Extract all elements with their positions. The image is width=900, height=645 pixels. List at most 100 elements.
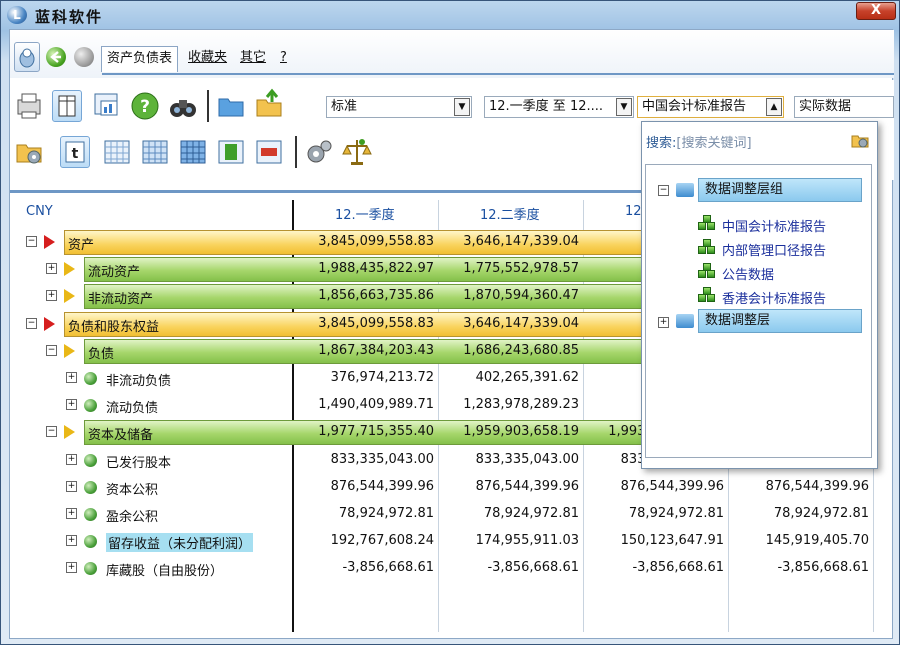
- expand-toggle[interactable]: +: [66, 508, 77, 519]
- green-dot-icon: [84, 562, 97, 576]
- cell-value: 3,646,147,339.04: [463, 234, 579, 249]
- tree-group-2[interactable]: 数据调整层: [698, 309, 862, 333]
- tree-item[interactable]: 内部管理口径报告: [722, 240, 826, 259]
- collapse-toggle[interactable]: −: [26, 317, 37, 329]
- period-select[interactable]: 12.一季度 至 12.... ▼: [484, 96, 634, 118]
- row-label: 非流动负债: [106, 374, 172, 389]
- chart-window-button[interactable]: [92, 90, 122, 122]
- forward-button[interactable]: [74, 47, 94, 67]
- home-button[interactable]: [14, 42, 40, 72]
- yellow-triangle-icon: [64, 262, 75, 277]
- tab-help[interactable]: ?: [280, 46, 287, 72]
- collapse-toggle[interactable]: −: [46, 426, 57, 438]
- export-button[interactable]: [254, 88, 284, 120]
- help-icon: ?: [131, 92, 159, 120]
- balance-button[interactable]: [342, 136, 372, 168]
- find-button[interactable]: [168, 90, 198, 122]
- standard-select[interactable]: 标准 ▼: [326, 96, 472, 118]
- expand-toggle[interactable]: +: [66, 372, 77, 383]
- cell-value: 876,544,399.96: [765, 478, 869, 494]
- report-type-dropdown: 搜索:[搜索关键词] − 数据调整层组 中国会计标准报告 内部管理口径报告 公告数据…: [641, 121, 878, 469]
- column-header[interactable]: 12.一季度: [335, 204, 395, 223]
- green-layout-button[interactable]: [216, 136, 246, 168]
- green-dot-icon: [84, 372, 97, 385]
- report-type-select[interactable]: 中国会计标准报告 ▲: [637, 96, 784, 118]
- cubes-icon: [698, 287, 716, 303]
- tree-item[interactable]: 香港会计标准报告: [722, 288, 826, 307]
- close-button[interactable]: X: [856, 2, 896, 20]
- tree-group-1[interactable]: 数据调整层组: [698, 178, 862, 202]
- row-label: 已发行股本: [106, 455, 172, 471]
- cell-value: 1,959,903,658.19: [463, 424, 579, 440]
- svg-text:t: t: [72, 146, 79, 162]
- data-type-select-value: 实际数据: [799, 99, 852, 114]
- layer-tree: − 数据调整层组 中国会计标准报告 内部管理口径报告 公告数据 香港会计标准报告 + …: [645, 164, 872, 458]
- layout-t-icon: t: [65, 141, 85, 163]
- green-dot-icon: [84, 535, 97, 549]
- back-button[interactable]: [46, 47, 66, 67]
- printer-button[interactable]: [14, 90, 44, 122]
- tree-item[interactable]: 公告数据: [722, 264, 774, 283]
- expand-toggle[interactable]: +: [658, 317, 669, 328]
- folder-upload-icon: [256, 88, 282, 117]
- search-box[interactable]: 搜索:[搜索关键词]: [646, 132, 752, 151]
- tab-balance-sheet[interactable]: 资产负债表: [101, 46, 179, 72]
- table-row[interactable]: + 资本公积 876,544,399.96 876,544,399.96 876,544…: [10, 473, 869, 500]
- tab-favorites[interactable]: 收藏夹: [188, 46, 227, 72]
- currency-header: CNY: [26, 204, 53, 219]
- cell-value: -3,856,668.61: [777, 560, 869, 576]
- text-layout-button[interactable]: t: [60, 136, 90, 168]
- table-row[interactable]: + 盈余公积 78,924,972.81 78,924,972.81 78,924,97…: [10, 500, 869, 527]
- columns-view-button[interactable]: [52, 90, 82, 122]
- table-row[interactable]: + 库藏股（自由股份） -3,856,668.61 -3,856,668.61 -3,8…: [10, 554, 869, 581]
- folder-icon: [218, 98, 244, 117]
- row-label: 资产: [68, 238, 95, 253]
- nav-bar: 资产负债表 收藏夹 其它 ?: [10, 30, 894, 78]
- table-row[interactable]: + 留存收益（未分配利润） 192,767,608.24 174,955,911.03…: [10, 527, 869, 554]
- folder-settings-button[interactable]: [14, 136, 44, 168]
- column-header[interactable]: 12.二季度: [480, 204, 540, 223]
- cell-value: -3,856,668.61: [342, 560, 434, 576]
- row-label: 留存收益（未分配利润）: [106, 533, 254, 553]
- expand-toggle[interactable]: +: [66, 535, 77, 547]
- collapse-toggle[interactable]: −: [26, 236, 37, 247]
- collapse-toggle[interactable]: −: [658, 185, 669, 196]
- cubes-icon: [698, 215, 716, 231]
- help-button[interactable]: ?: [130, 90, 160, 122]
- cell-value: 1,988,435,822.97: [318, 261, 434, 277]
- row-label: 资本公积: [106, 482, 159, 498]
- expand-toggle[interactable]: +: [66, 562, 77, 574]
- grid-layout-2-button[interactable]: [140, 136, 170, 168]
- cell-value: 150,123,647.91: [620, 533, 724, 549]
- data-type-select[interactable]: 实际数据: [794, 96, 894, 118]
- expand-toggle[interactable]: +: [66, 453, 77, 465]
- cell-value: 3,845,099,558.83: [318, 315, 434, 331]
- expand-toggle[interactable]: +: [66, 399, 77, 411]
- report-type-select-value: 中国会计标准报告: [642, 99, 747, 114]
- tab-other[interactable]: 其它: [240, 46, 266, 72]
- expand-toggle[interactable]: +: [46, 290, 57, 302]
- cell-value: 1,775,552,978.57: [463, 261, 579, 277]
- grid-layout-3-button[interactable]: [178, 136, 208, 168]
- column-header[interactable]: 12: [625, 204, 642, 219]
- window-title: 蓝科软件: [35, 8, 104, 26]
- grid-layout-1-button[interactable]: [102, 136, 132, 168]
- expand-toggle[interactable]: +: [46, 263, 57, 275]
- row-label: 非流动资产: [88, 292, 154, 308]
- folder-gear-icon[interactable]: [850, 130, 870, 150]
- gears-icon: [307, 140, 332, 163]
- folder-icon: [676, 183, 694, 197]
- tree-item[interactable]: 中国会计标准报告: [722, 216, 826, 235]
- settings-button[interactable]: [304, 136, 334, 168]
- collapse-toggle[interactable]: −: [46, 344, 57, 356]
- cell-value: 402,265,391.62: [475, 370, 579, 385]
- standard-select-value: 标准: [331, 99, 358, 114]
- yellow-triangle-icon: [64, 343, 75, 358]
- red-layout-button[interactable]: [254, 136, 284, 168]
- expand-toggle[interactable]: +: [66, 480, 77, 492]
- svg-text:?: ?: [140, 97, 150, 117]
- cell-value: 3,646,147,339.04: [463, 315, 579, 331]
- row-label: 资本及储备: [88, 428, 154, 444]
- red-block-icon: [256, 140, 282, 164]
- open-folder-button[interactable]: [216, 90, 246, 122]
